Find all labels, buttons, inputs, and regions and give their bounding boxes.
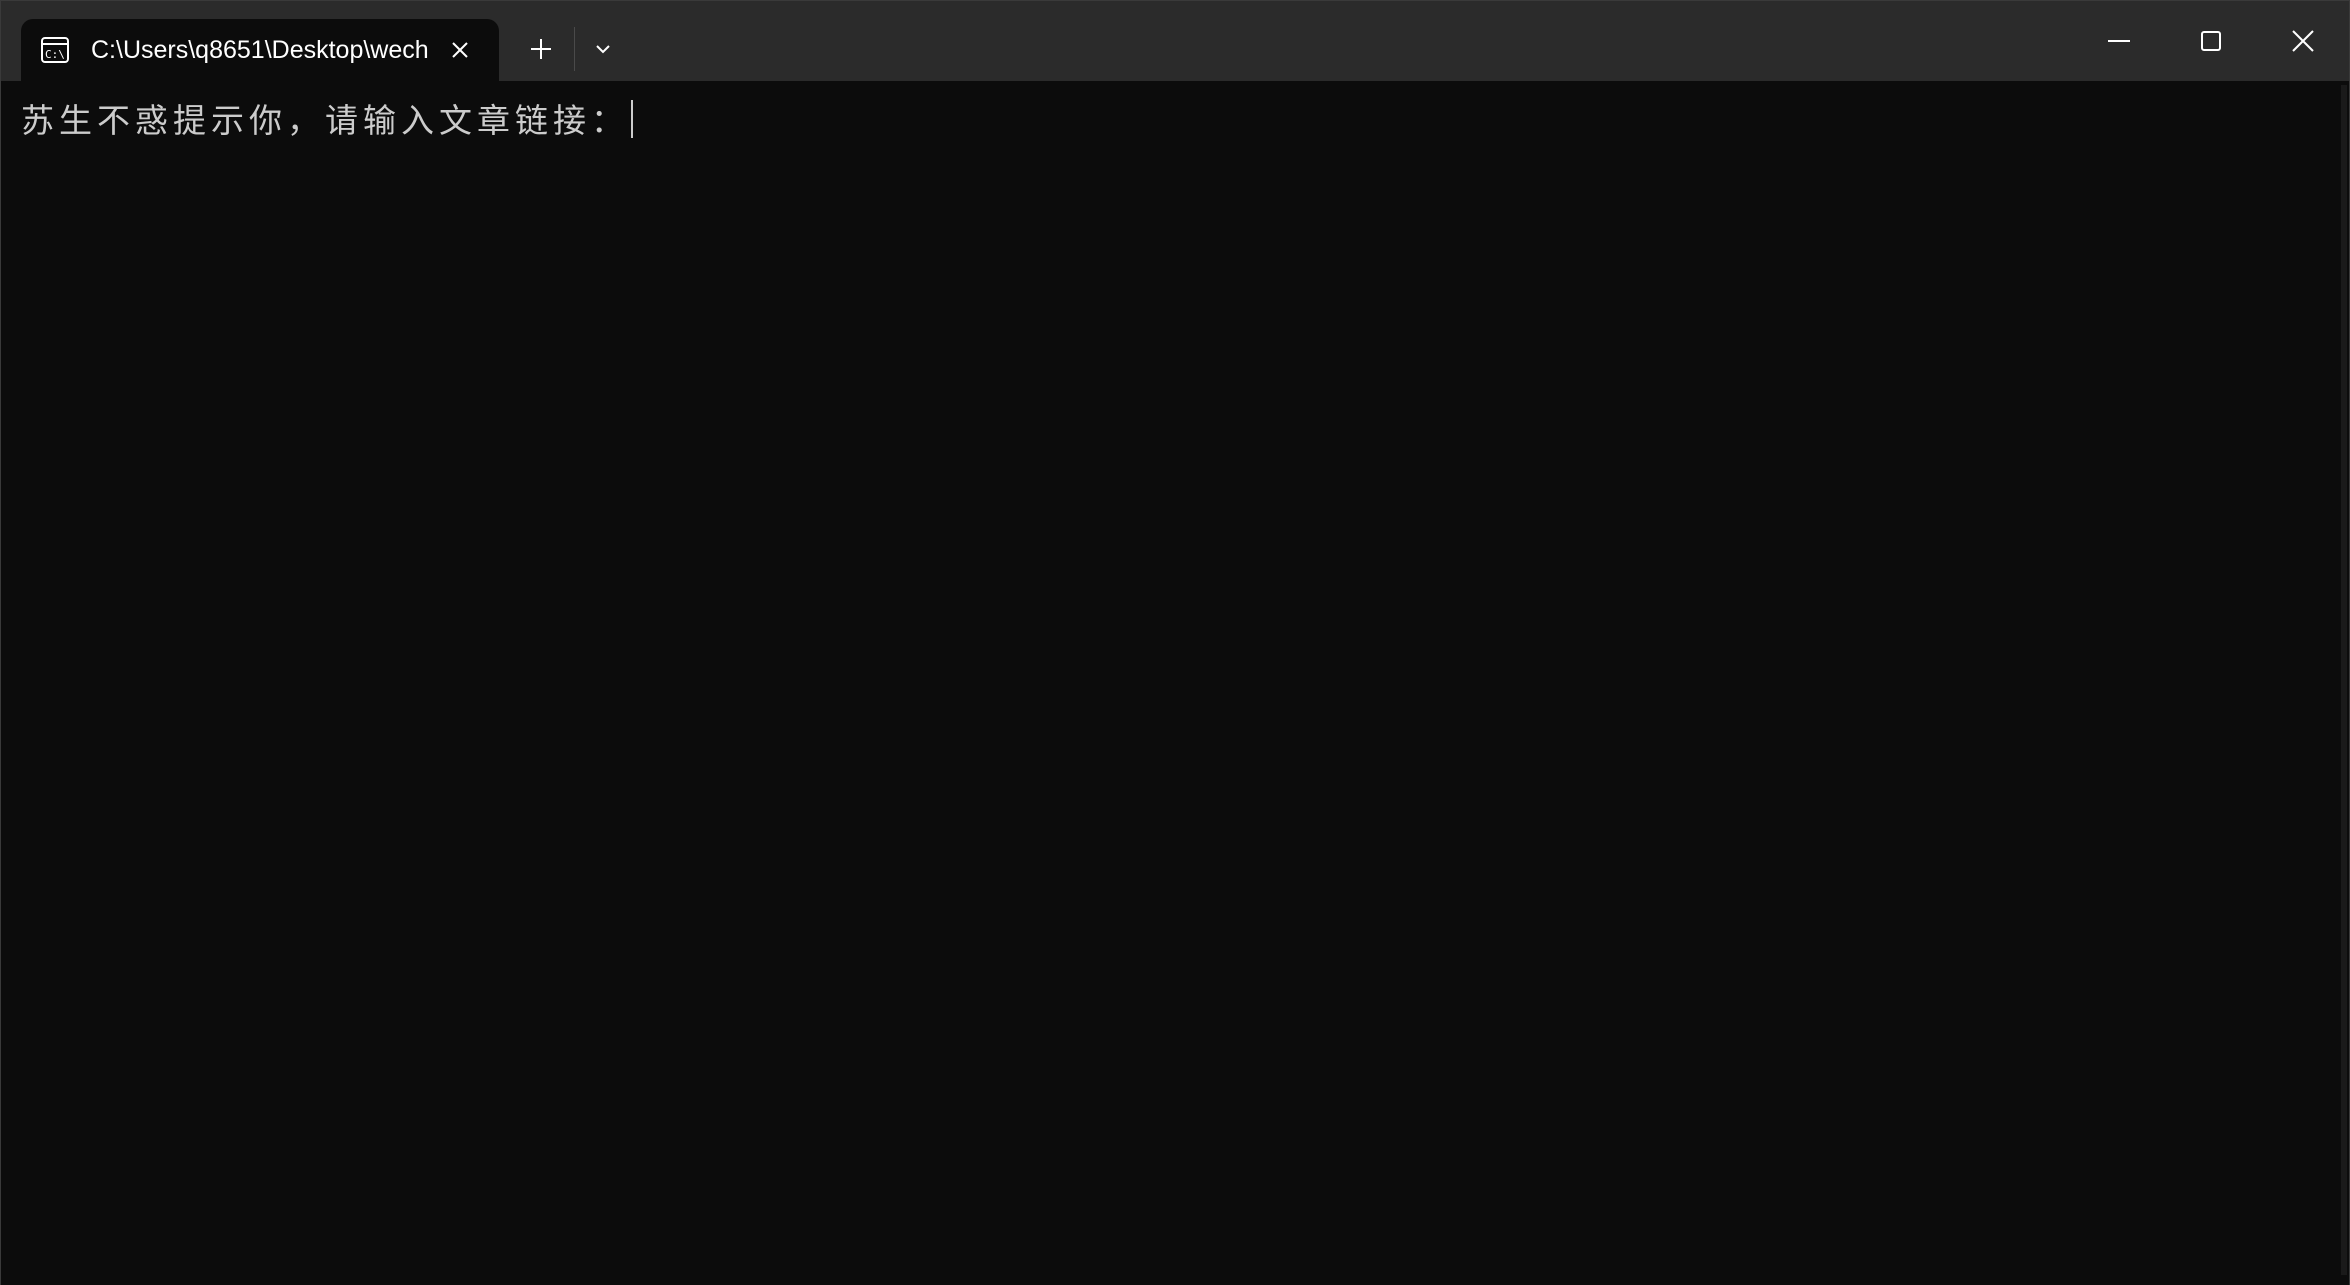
close-button[interactable] [2257,1,2349,81]
minimize-icon [2108,40,2130,42]
cmd-icon: C:\ [41,37,69,63]
tab-title: C:\Users\q8651\Desktop\wech [91,36,429,64]
title-bar[interactable]: C:\ C:\Users\q8651\Desktop\wech [1,1,2349,81]
console-prompt-line: 苏生不惑提示你，请输入文章链接： [21,99,633,143]
svg-text:C:\: C:\ [45,48,65,61]
terminal-window: C:\ C:\Users\q8651\Desktop\wech 苏生不惑提示你，… [0,0,2350,1285]
tab-divider [574,27,575,71]
tab-active[interactable]: C:\ C:\Users\q8651\Desktop\wech [21,19,499,81]
text-cursor [631,100,633,138]
maximize-button[interactable] [2165,1,2257,81]
prompt-text: 苏生不惑提示你，请输入文章链接： [21,101,629,140]
maximize-icon [2201,31,2221,51]
minimize-button[interactable] [2073,1,2165,81]
close-icon [2292,30,2314,52]
console-output[interactable]: 苏生不惑提示你，请输入文章链接： [1,81,2349,1285]
scrollbar[interactable] [2341,85,2347,1275]
tab-close-icon[interactable] [443,33,477,67]
plus-icon[interactable] [521,29,561,69]
chevron-down-icon[interactable] [583,29,623,69]
